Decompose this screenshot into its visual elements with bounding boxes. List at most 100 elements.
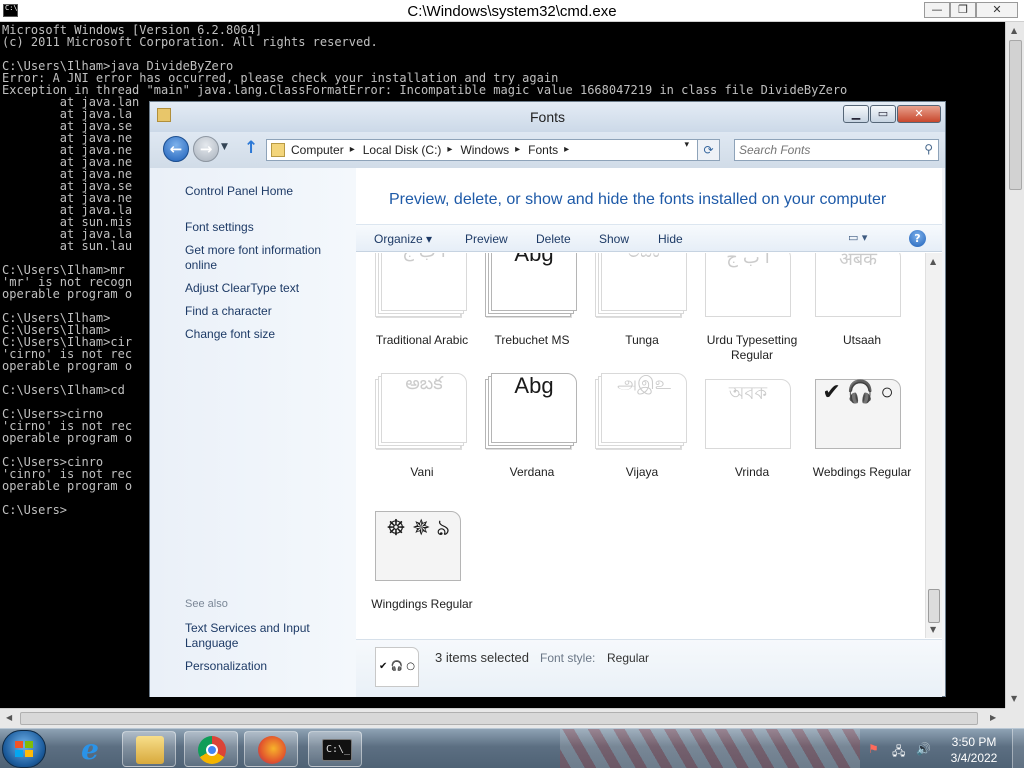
preview-button[interactable]: Preview [465,232,508,246]
fonts-maximize-button[interactable]: ▭ [870,105,896,123]
cmd-horizontal-scrollbar[interactable]: ◀ ▶ [0,708,1005,728]
action-center-flag-icon[interactable]: ⚑ [868,742,879,756]
font-item[interactable]: অবক Vrinda [686,379,796,511]
cmd-vertical-scrollbar[interactable]: ▲ ▼ [1005,22,1024,708]
hide-button[interactable]: Hide [658,232,683,246]
show-button[interactable]: Show [599,232,629,246]
font-sample-text: अबक [839,253,877,269]
font-preview-tile[interactable]: ✔ 🎧 ○ [815,379,903,451]
address-dropdown-icon[interactable]: ▾ [684,140,689,150]
text-services-link[interactable]: Text Services and Input Language [185,621,335,651]
font-item[interactable]: Abg Trebuchet MS [466,253,577,379]
fonts-close-button[interactable]: ✕ [897,105,941,123]
navigation-pane: Control Panel Home Font settings Get mor… [150,168,356,697]
font-name: Wingdings Regular [371,597,473,611]
fonts-minimize-button[interactable]: ▁ [843,105,869,123]
scroll-up-icon[interactable]: ▲ [930,257,936,266]
get-more-font-info-link[interactable]: Get more font information online [185,243,335,273]
taskbar-chrome[interactable] [184,731,238,767]
scroll-right-icon[interactable]: ▶ [990,713,996,722]
search-box[interactable]: ⚲ [734,139,939,161]
control-panel-home-link[interactable]: Control Panel Home [185,184,335,199]
address-bar[interactable]: Computer ▸ Local Disk (C:) ▸ Windows ▸ Fonts ▸ … [266,139,720,161]
breadcrumb-item[interactable]: Fonts [528,140,558,160]
font-preview-tile[interactable]: أ ب ج [705,253,793,319]
taskbar-firefox[interactable] [244,731,298,767]
font-style-value: Regular [607,651,650,665]
font-item[interactable]: أ ب ج Urdu Typesetting Regular [686,253,797,379]
personalization-link[interactable]: Personalization [185,659,335,674]
font-item[interactable]: ☸ ✵ ঌ Wingdings Regular [356,511,473,638]
font-item[interactable]: أ ب جTraditional Arabic [356,253,468,379]
font-sample-text: Abg [514,253,554,266]
cmd-minimize-button[interactable]: — [924,2,950,18]
breadcrumb-item[interactable]: Computer [291,140,344,160]
breadcrumb-separator-icon[interactable]: ▸ [441,140,460,160]
font-item[interactable]: Abg Verdana [466,373,577,511]
font-preview-tile[interactable]: Abg [485,253,577,319]
font-sample-text: ಅಬಕ [601,253,687,311]
breadcrumb-separator-icon[interactable]: ▸ [509,140,528,160]
cmd-titlebar[interactable]: C:\Windows\system32\cmd.exe — ❐ ✕ [0,0,1024,22]
scroll-down-icon[interactable]: ▼ [930,625,936,634]
search-input[interactable] [739,142,909,158]
change-font-size-link[interactable]: Change font size [185,327,335,342]
taskbar-windows-explorer[interactable] [122,731,176,767]
recent-pages-dropdown-icon[interactable]: ▼ [221,142,228,152]
organize-button[interactable]: Organize ▾ [374,232,432,246]
console-line: Exception in thread "main" java.lang.Cla… [2,83,848,97]
font-item[interactable]: ✔ 🎧 ○ Webdings Regular [796,379,911,511]
clock[interactable]: 3:50 PM 3/4/2022 [942,734,1006,766]
font-list-scroll-thumb[interactable] [928,589,940,623]
help-icon[interactable]: ? [909,230,926,247]
delete-button[interactable]: Delete [536,232,571,246]
address-toolbar: ← → ▼ ↑ Computer ▸ Local Disk (C:) ▸ Windows… [150,132,945,168]
font-preview-tile[interactable]: అబక [375,373,467,451]
volume-icon[interactable]: 🔊 [916,742,931,756]
font-preview-tile[interactable]: ☸ ✵ ঌ [375,511,463,583]
font-sample-text: Abg [514,373,554,398]
breadcrumb-item[interactable]: Windows [460,140,509,160]
font-preview-tile[interactable]: அஇஉ [595,373,687,451]
font-sample-text: ☸ ✵ ঌ [386,515,450,540]
network-icon[interactable]: 🖧 [892,742,905,763]
breadcrumb-separator-icon[interactable]: ▸ [344,140,363,160]
scroll-up-icon[interactable]: ▲ [1011,26,1017,35]
back-button[interactable]: ← [163,136,189,162]
find-character-link[interactable]: Find a character [185,304,335,319]
taskbar-internet-explorer[interactable]: e [62,731,116,767]
font-settings-link[interactable]: Font settings [185,220,335,235]
up-level-icon[interactable]: ↑ [244,138,258,158]
fonts-window[interactable]: Fonts ▁ ▭ ✕ ← → ▼ ↑ Computer ▸ Local Disk … [149,101,946,697]
refresh-button[interactable]: ⟳ [697,139,720,161]
font-preview-tile[interactable]: Abg [485,373,577,451]
font-item[interactable]: अबक Utsaah [796,253,906,379]
font-preview-tile[interactable]: أ ب ج [375,253,467,319]
font-item[interactable]: ಅಬಕTunga [576,253,687,379]
start-button[interactable] [2,730,46,768]
cmd-vscroll-thumb[interactable] [1009,40,1022,190]
font-item[interactable]: அஇஉ Vijaya [576,373,687,511]
search-icon[interactable]: ⚲ [924,142,933,156]
show-desktop-button[interactable] [1012,729,1024,768]
scroll-down-icon[interactable]: ▼ [1011,694,1017,703]
font-item[interactable]: అబక Vani [356,373,467,511]
font-preview-tile[interactable]: अबक [815,253,903,319]
breadcrumb-item[interactable]: Local Disk (C:) [363,140,442,160]
cmd-close-button[interactable]: ✕ [976,2,1018,18]
font-list[interactable]: أ ب جTraditional ArabicAbgTrebuchet MSಅಬ… [356,253,926,638]
font-list-scrollbar[interactable]: ▲ ▼ [925,253,942,638]
font-preview-tile[interactable]: অবক [705,379,793,451]
adjust-cleartype-link[interactable]: Adjust ClearType text [185,281,335,296]
fonts-titlebar[interactable]: Fonts ▁ ▭ ✕ [150,102,945,132]
scroll-left-icon[interactable]: ◀ [6,713,12,722]
font-preview-tile[interactable]: ಅಬಕ [595,253,687,319]
cmd-maximize-button[interactable]: ❐ [950,2,976,18]
firefox-icon [258,736,286,764]
forward-button[interactable]: → [193,136,219,162]
cmd-hscroll-thumb[interactable] [20,712,978,725]
change-view-button[interactable]: ▭ ▾ [848,231,867,244]
breadcrumb-separator-icon[interactable]: ▸ [558,140,577,160]
taskbar-command-prompt[interactable]: C:\_ [308,731,362,767]
clock-date: 3/4/2022 [950,751,998,765]
